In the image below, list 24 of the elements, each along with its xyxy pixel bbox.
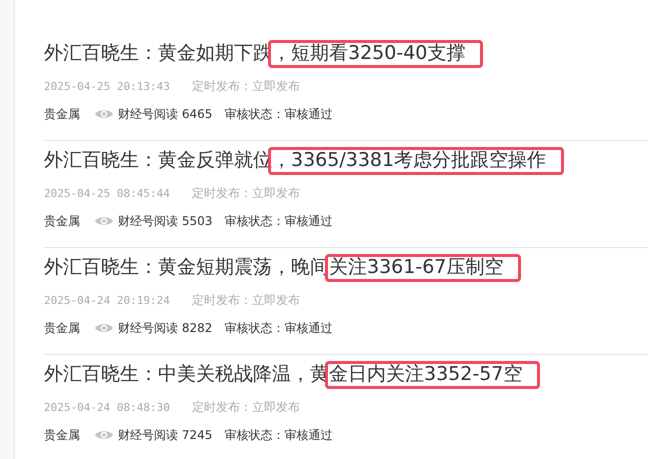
review-status: 审核状态：审核通过 bbox=[224, 212, 332, 230]
category-tag: 贵金属 bbox=[44, 426, 80, 444]
schedule-status: 定时发布：立即发布 bbox=[192, 184, 300, 202]
read-count: 财经号阅读 7245 bbox=[118, 426, 212, 444]
eye-icon bbox=[94, 215, 114, 227]
schedule-status: 定时发布：立即发布 bbox=[192, 398, 300, 416]
schedule-status: 定时发布：立即发布 bbox=[192, 78, 300, 94]
eye-icon bbox=[94, 322, 114, 334]
publish-time: 2025-04-25 08:45:44 bbox=[44, 186, 170, 200]
schedule-status: 定时发布：立即发布 bbox=[192, 292, 300, 308]
category-tag: 贵金属 bbox=[44, 320, 80, 336]
category-tag: 贵金属 bbox=[44, 106, 80, 122]
publish-time: 2025-04-24 08:48:30 bbox=[44, 400, 170, 414]
publish-time: 2025-04-25 20:13:43 bbox=[44, 80, 170, 92]
publish-time: 2025-04-24 20:19:24 bbox=[44, 294, 170, 306]
read-count: 财经号阅读 6465 bbox=[118, 106, 212, 122]
review-status: 审核状态：审核通过 bbox=[224, 426, 332, 444]
eye-icon bbox=[94, 429, 114, 441]
read-count: 财经号阅读 8282 bbox=[118, 320, 212, 336]
eye-icon bbox=[94, 108, 114, 120]
review-status: 审核状态：审核通过 bbox=[224, 106, 332, 122]
read-count: 财经号阅读 5503 bbox=[118, 212, 212, 230]
category-tag: 贵金属 bbox=[44, 212, 80, 230]
review-status: 审核状态：审核通过 bbox=[224, 320, 332, 336]
